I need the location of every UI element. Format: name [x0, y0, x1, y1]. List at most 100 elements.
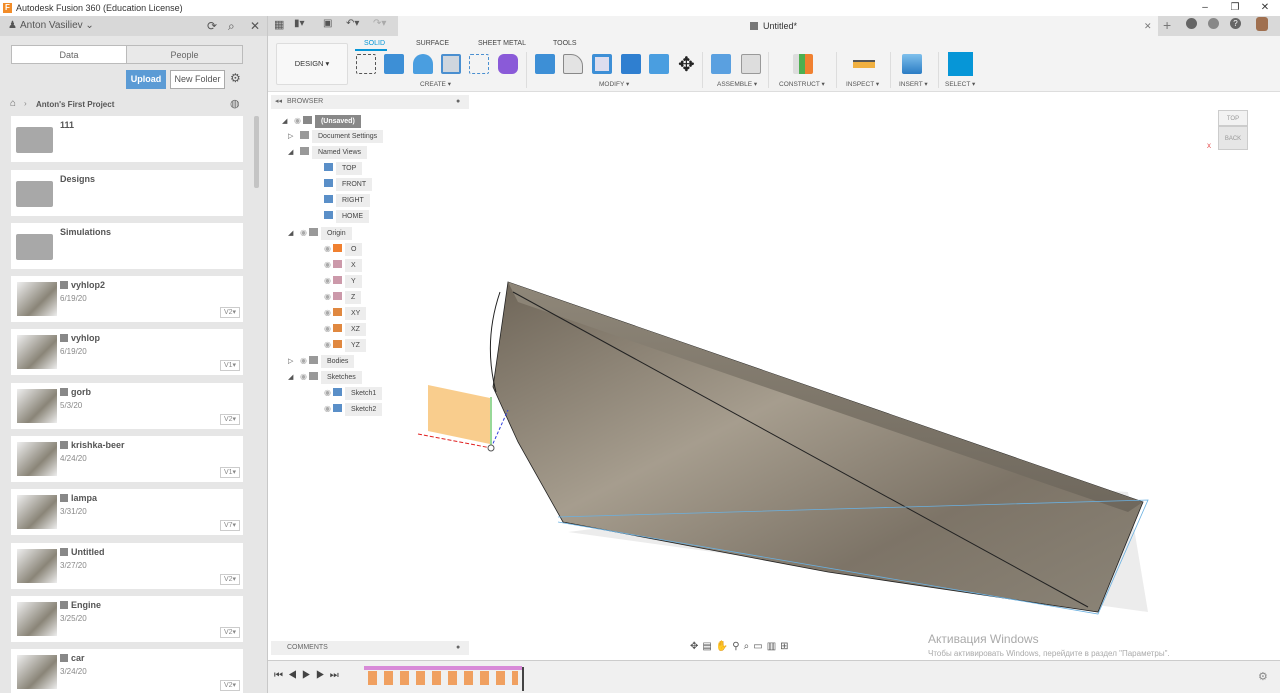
display-settings-icon[interactable]: ▭ [753, 641, 766, 652]
design-file-item[interactable]: vyhlop2 6/19/20 V2▾ [11, 276, 243, 322]
close-tab-icon[interactable]: ✕ [1144, 16, 1152, 36]
viewcube-top[interactable]: TOP [1218, 110, 1248, 126]
tab-data[interactable]: Data [11, 45, 127, 64]
browser-tree-item[interactable]: ◉ X [312, 258, 362, 272]
modify-menu[interactable]: MODIFY ▾ [599, 80, 629, 88]
comments-pin-icon[interactable]: ● [456, 641, 460, 655]
browser-tree-item[interactable]: ◢ Named Views [288, 146, 368, 159]
tab-surface[interactable]: SURFACE [416, 40, 449, 47]
visibility-eye-icon[interactable]: ◉ [324, 292, 331, 301]
new-tab-icon[interactable]: + [1163, 17, 1171, 33]
browser-tree-item[interactable]: ◉ O [312, 242, 363, 256]
browser-tree-item[interactable]: ▷ Document Settings [288, 130, 384, 143]
viewcube-back[interactable]: BACK [1218, 126, 1248, 150]
browser-tree-item[interactable]: TOP [312, 162, 363, 175]
expand-toggle-icon[interactable]: ◢ [288, 146, 300, 159]
folder-item[interactable]: 111 [11, 116, 243, 162]
grid-apps-icon[interactable]: ▦ [274, 18, 284, 31]
version-dropdown[interactable]: V2▾ [220, 626, 240, 638]
visibility-eye-icon[interactable]: ◉ [324, 276, 331, 285]
combine-icon[interactable] [621, 54, 641, 74]
visibility-eye-icon[interactable]: ◉ [324, 324, 331, 333]
version-dropdown[interactable]: V2▾ [220, 573, 240, 585]
model-body[interactable] [492, 281, 1144, 613]
look-at-icon[interactable]: ▤ [702, 641, 715, 652]
user-menu[interactable]: Anton Vasiliev ⌄ [20, 16, 94, 36]
visibility-eye-icon[interactable]: ◉ [294, 116, 301, 125]
version-dropdown[interactable]: V1▾ [220, 466, 240, 478]
notifications-icon[interactable] [1208, 18, 1219, 29]
split-body-icon[interactable] [649, 54, 669, 74]
pattern-icon[interactable] [469, 54, 489, 74]
collapse-icon[interactable]: ◂◂ [275, 95, 282, 109]
design-file-item[interactable]: lampa 3/31/20 V7▾ [11, 489, 243, 536]
assemble-menu[interactable]: ASSEMBLE ▾ [717, 80, 757, 88]
visibility-eye-icon[interactable]: ◉ [300, 228, 307, 237]
globe-icon[interactable]: ◍ [230, 97, 240, 110]
visibility-eye-icon[interactable]: ◉ [324, 340, 331, 349]
help-icon[interactable]: ? [1230, 18, 1241, 29]
inspect-menu[interactable]: INSPECT ▾ [846, 80, 879, 88]
version-dropdown[interactable]: V7▾ [220, 520, 240, 532]
browser-tree-item[interactable]: ◢ ◉ Sketches [288, 370, 362, 384]
design-file-item[interactable]: krishka-beer 4/24/20 V1▾ [11, 435, 243, 482]
joint-icon[interactable] [741, 54, 761, 74]
expand-toggle-icon[interactable]: ◢ [282, 115, 294, 128]
browser-tree-item[interactable]: ◢ ◉ Origin [288, 226, 352, 240]
visibility-eye-icon[interactable]: ◉ [300, 372, 307, 381]
revolve-icon[interactable] [413, 54, 433, 74]
undo-icon[interactable]: ↶▾ [346, 18, 359, 29]
browser-tree-item[interactable]: ◉ XY [312, 306, 367, 320]
create-menu[interactable]: CREATE ▾ [420, 80, 451, 88]
extrude-icon[interactable] [384, 54, 404, 74]
create-form-icon[interactable] [498, 54, 518, 74]
pan-icon[interactable]: ✋ [716, 641, 732, 652]
project-name[interactable]: Anton's First Project [36, 100, 114, 109]
home-icon[interactable]: ⌂ [10, 98, 16, 109]
press-pull-icon[interactable] [535, 54, 555, 74]
measure-icon[interactable] [853, 60, 875, 68]
viewports-icon[interactable]: ⊞ [780, 641, 792, 652]
tab-solid[interactable]: SOLID [364, 40, 385, 47]
browser-tree-item[interactable]: ▷ ◉ Bodies [288, 354, 355, 368]
version-dropdown[interactable]: V2▾ [220, 413, 240, 425]
browser-tree-item[interactable]: FRONT [312, 178, 373, 191]
browser-tree-item[interactable]: ◉ Sketch1 [312, 386, 383, 400]
close-panel-icon[interactable]: ✕ [250, 16, 260, 36]
select-menu[interactable]: SELECT ▾ [945, 80, 975, 88]
browser-tree-item[interactable]: HOME [312, 210, 369, 223]
grid-settings-icon[interactable]: ▥ [767, 641, 780, 652]
design-file-item[interactable]: car 3/24/20 V2▾ [11, 649, 243, 695]
close-window-button[interactable]: ✕ [1250, 0, 1280, 16]
version-dropdown[interactable]: V2▾ [220, 680, 240, 692]
visibility-eye-icon[interactable]: ◉ [324, 388, 331, 397]
refresh-icon[interactable]: ⟳ [207, 16, 217, 36]
browser-tree-item[interactable]: ◢ ◉ (Unsaved) [282, 114, 361, 128]
expand-toggle-icon[interactable]: ▷ [288, 130, 300, 143]
expand-toggle-icon[interactable]: ◢ [288, 227, 300, 240]
expand-toggle-icon[interactable]: ◢ [288, 371, 300, 384]
browser-tree-item[interactable]: ◉ Y [312, 274, 362, 288]
browser-pin-icon[interactable]: ● [456, 95, 460, 109]
avatar[interactable] [1256, 17, 1268, 31]
3d-viewport[interactable] [268, 92, 1280, 660]
design-file-item[interactable]: Engine 3/25/20 V2▾ [11, 595, 243, 642]
browser-tree-item[interactable]: ◉ XZ [312, 322, 366, 336]
fillet-icon[interactable] [563, 54, 583, 74]
tab-tools[interactable]: TOOLS [553, 40, 577, 47]
expand-toggle-icon[interactable]: ▷ [288, 355, 300, 368]
version-dropdown[interactable]: V1▾ [220, 360, 240, 372]
browser-tree-item[interactable]: ◉ Sketch2 [312, 402, 383, 416]
scrollbar[interactable] [254, 116, 259, 188]
timeline-settings-icon[interactable]: ⚙ [1258, 670, 1268, 683]
construct-menu[interactable]: CONSTRUCT ▾ [779, 80, 825, 88]
browser-tree-item[interactable]: ◉ YZ [312, 338, 366, 352]
version-dropdown[interactable]: V2▾ [220, 307, 240, 318]
settings-gear-icon[interactable]: ⚙ [230, 71, 241, 85]
orbit-icon[interactable]: ✥ [690, 641, 702, 652]
create-sketch-icon[interactable] [356, 54, 376, 74]
timeline-playback-controls[interactable]: ⏮◀▶▶⏭ [274, 670, 344, 681]
visibility-eye-icon[interactable]: ◉ [324, 244, 331, 253]
insert-menu[interactable]: INSERT ▾ [899, 80, 928, 88]
zoom-icon[interactable]: ⚲ [732, 641, 743, 652]
